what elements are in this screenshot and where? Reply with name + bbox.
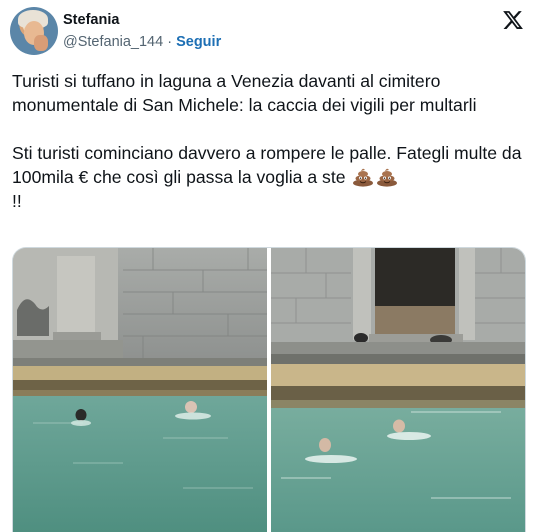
pile-of-poo-icon [377,168,398,187]
tweet-card[interactable]: Stefania @Stefania_144 · Seguir Turisti … [0,0,536,532]
separator-dot: · [167,34,173,50]
follow-button[interactable]: Seguir [176,34,221,50]
display-name[interactable]: Stefania [63,12,221,29]
avatar[interactable] [10,7,58,55]
photo-left-image [13,248,267,532]
photo-swimmers-wall[interactable] [13,248,267,532]
tweet-paragraph-2-tail: !! [12,191,22,211]
user-handle[interactable]: @Stefania_144 [63,34,163,50]
photo-right-image [271,248,525,532]
avatar-hand [34,35,48,51]
handle-row: @Stefania_144 · Seguir [63,33,221,51]
tweet-paragraph-1: Turisti si tuffano in laguna a Venezia d… [12,71,477,115]
tweet-text: Turisti si tuffano in laguna a Venezia d… [12,69,528,213]
user-info: Stefania @Stefania_144 · Seguir [63,12,221,51]
tweet-paragraph-2: Sti turisti cominciano davvero a rompere… [12,143,527,187]
pile-of-poo-icon [353,168,374,187]
media-grid [12,247,526,532]
x-logo-icon[interactable] [502,9,524,31]
photo-swimmers-doorway[interactable] [271,248,525,532]
